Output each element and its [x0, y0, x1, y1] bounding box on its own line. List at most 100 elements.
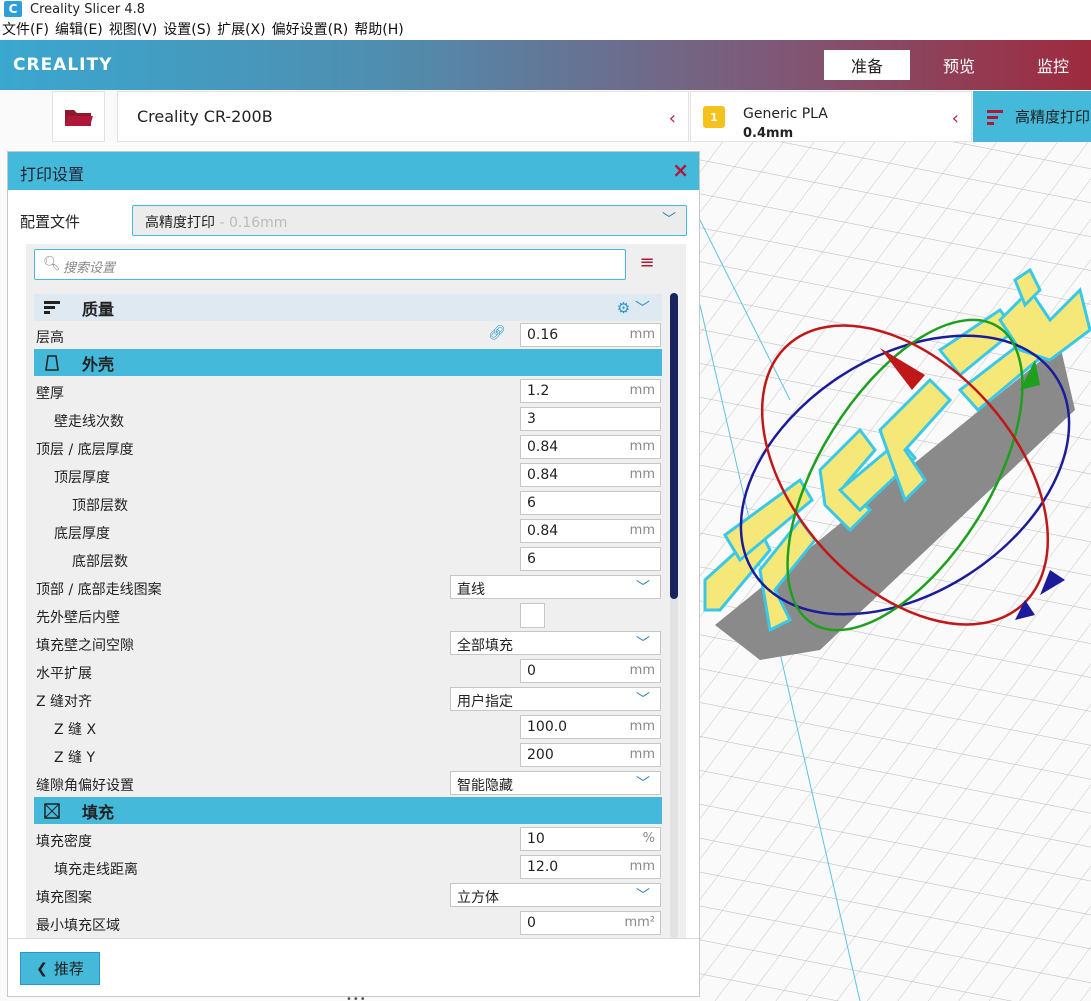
menu-view[interactable]: 视图(V)	[109, 19, 158, 39]
setting-z-seam-y: Z 缝 Y 200 mm	[26, 741, 662, 769]
nozzle-size: 0.4mm	[743, 126, 794, 141]
panel-resize-handle[interactable]: •••	[346, 994, 367, 1001]
setting-fill-gaps: 填充壁之间空隙 全部填充 ﹀	[26, 629, 662, 657]
tab-prepare[interactable]: 准备	[824, 50, 910, 80]
seam-corner-dropdown[interactable]: 智能隐藏 ﹀	[450, 771, 661, 795]
extruder-icon: 1	[703, 106, 725, 128]
chevron-down-icon: ﹀	[636, 692, 650, 708]
z-seam-alignment-dropdown[interactable]: 用户指定 ﹀	[450, 687, 661, 711]
top-bottom-thickness-input[interactable]: 0.84 mm	[520, 435, 661, 459]
infill-icon	[44, 802, 60, 819]
min-infill-area-input[interactable]: 0 mm²	[520, 911, 661, 935]
chevron-left-icon: ‹	[668, 108, 676, 129]
printer-selector[interactable]: Creality CR-200B ‹	[117, 91, 689, 142]
shell-icon	[44, 354, 60, 371]
print-settings-panel: 打印设置 × 配置文件 高精度打印 - 0.16mm ﹀ 🔍︎ 搜索设置 ≡ 质…	[7, 151, 700, 997]
gear-icon[interactable]: ⚙ ﹀	[617, 297, 650, 318]
infill-density-input[interactable]: 10%	[520, 827, 661, 851]
menu-edit[interactable]: 编辑(E)	[55, 19, 103, 39]
z-seam-x-input[interactable]: 100.0 mm	[520, 715, 661, 739]
profile-dropdown-value: 高精度打印 - 0.16mm	[145, 215, 288, 231]
layer-height-input[interactable]: 0.16 mm	[520, 323, 661, 347]
app-icon: C	[4, 1, 22, 17]
setting-label: 层高	[36, 330, 64, 346]
link-icon: 🔗︎	[488, 325, 506, 341]
creality-logo: CREALITY	[13, 55, 113, 75]
setting-infill-pattern: 填充图案 立方体 ﹀	[26, 881, 662, 909]
setting-label: 填充走线距离	[54, 862, 138, 878]
infill-pattern-dropdown[interactable]: 立方体 ﹀	[450, 883, 661, 907]
setting-wall-thickness: 壁厚 1.2 mm	[26, 377, 662, 405]
infill-line-distance-input[interactable]: 12.0 mm	[520, 855, 661, 879]
setting-top-bottom-pattern: 顶部 / 底部走线图案 直线 ﹀	[26, 573, 662, 601]
material-name: Generic PLA	[743, 106, 828, 122]
scrollbar-thumb[interactable]	[670, 293, 678, 599]
close-icon[interactable]: ×	[672, 158, 689, 182]
setting-label: 底部层数	[72, 554, 128, 570]
category-label: 外壳	[82, 354, 115, 374]
horizontal-expansion-input[interactable]: 0 mm	[520, 659, 661, 683]
bottom-thickness-input[interactable]: 0.84 mm	[520, 519, 661, 543]
bottom-layers-input[interactable]: 6	[520, 547, 661, 571]
menu-preferences[interactable]: 偏好设置(R)	[272, 19, 349, 39]
setting-seam-corner: 缝隙角偏好设置 智能隐藏 ﹀	[26, 769, 662, 797]
chevron-left-icon: ‹	[951, 108, 959, 129]
menu-help[interactable]: 帮助(H)	[354, 19, 403, 39]
window-title: Creality Slicer 4.8	[30, 1, 146, 17]
setting-infill-line-distance: 填充走线距离 12.0 mm	[26, 853, 662, 881]
setting-top-thickness: 顶层厚度 0.84 mm	[26, 461, 662, 489]
open-file-button[interactable]	[52, 91, 105, 142]
chevron-down-icon: ﹀	[662, 212, 676, 228]
setting-wall-line-count: 壁走线次数 3	[26, 405, 662, 433]
print-settings-toggle[interactable]: 高精度打印	[973, 91, 1091, 142]
menu-extensions[interactable]: 扩展(X)	[217, 19, 266, 39]
setting-label: 填充壁之间空隙	[36, 638, 134, 654]
menu-file[interactable]: 文件(F)	[2, 19, 49, 39]
search-icon: 🔍︎	[43, 256, 61, 272]
top-thickness-input[interactable]: 0.84 mm	[520, 463, 661, 487]
chevron-left-icon: ❮	[36, 960, 48, 977]
setting-label: 顶部层数	[72, 498, 128, 514]
setting-min-infill-area: 最小填充区域 0 mm²	[26, 909, 662, 937]
profile-label: 配置文件	[20, 213, 81, 231]
setting-label: 填充图案	[36, 890, 92, 906]
category-infill[interactable]: 填充	[34, 797, 662, 824]
tab-monitor[interactable]: 监控	[1010, 50, 1091, 80]
setting-z-seam-x: Z 缝 X 100.0 mm	[26, 713, 662, 741]
setting-layer-height: 层高 🔗︎ 0.16 mm	[26, 321, 662, 349]
setting-label: Z 缝 Y	[54, 750, 96, 766]
profile-dropdown[interactable]: 高精度打印 - 0.16mm ﹀	[132, 205, 687, 236]
wall-thickness-input[interactable]: 1.2 mm	[520, 379, 661, 403]
folder-icon	[64, 109, 93, 126]
setting-label: 缝隙角偏好设置	[36, 778, 134, 794]
app-header: CREALITY 准备 预览 监控	[0, 40, 1091, 90]
settings-list[interactable]: 🔍︎ 搜索设置 ≡ 质量 ⚙ ﹀ 层高 🔗︎ 0.16 mm 外壳 壁厚 1.2 m…	[26, 244, 686, 938]
recommended-mode-button[interactable]: ❮ 推荐	[20, 952, 100, 985]
panel-title: 打印设置	[20, 165, 85, 184]
recommended-label: 推荐	[53, 960, 84, 978]
setting-label: 壁厚	[36, 386, 64, 402]
outer-before-inner-checkbox[interactable]	[520, 603, 545, 628]
setting-label: Z 缝 X	[54, 722, 97, 738]
category-shell[interactable]: 外壳	[34, 349, 662, 376]
chevron-down-icon: ﹀	[636, 888, 650, 904]
z-seam-y-input[interactable]: 200 mm	[520, 743, 661, 767]
wall-line-count-input[interactable]: 3	[520, 407, 661, 431]
tab-preview[interactable]: 预览	[916, 50, 1002, 80]
material-selector[interactable]: 1 Generic PLA 0.4mm ‹	[690, 91, 972, 142]
setting-top-bottom-thickness: 顶层 / 底层厚度 0.84 mm	[26, 433, 662, 461]
setting-label: Z 缝对齐	[36, 694, 93, 710]
category-quality[interactable]: 质量 ⚙ ﹀	[34, 294, 662, 321]
settings-visibility-menu-icon[interactable]: ≡	[636, 252, 658, 274]
top-layers-input[interactable]: 6	[520, 491, 661, 515]
quality-icon	[44, 300, 60, 316]
menu-settings[interactable]: 设置(S)	[163, 19, 211, 39]
setting-infill-density: 填充密度 10%	[26, 825, 662, 853]
fill-gaps-dropdown[interactable]: 全部填充 ﹀	[450, 631, 661, 655]
category-label: 质量	[82, 299, 115, 319]
top-bottom-pattern-dropdown[interactable]: 直线 ﹀	[450, 575, 661, 599]
search-input[interactable]: 🔍︎ 搜索设置	[34, 249, 626, 280]
setting-label: 顶层 / 底层厚度	[36, 442, 134, 458]
setting-label: 先外壁后内壁	[36, 610, 120, 626]
setting-label: 最小填充区域	[36, 918, 120, 934]
